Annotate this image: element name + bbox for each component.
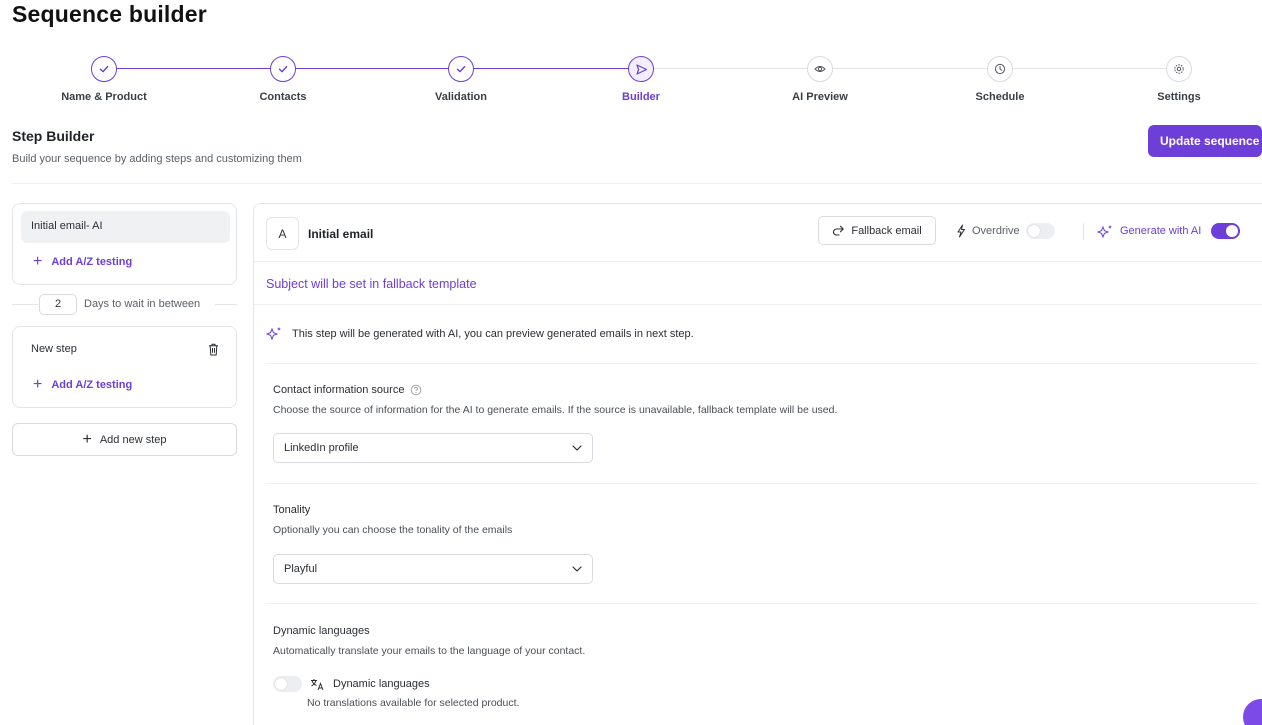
chevron-down-icon: [572, 566, 582, 572]
dynamic-languages-toggle-row: Dynamic languages: [273, 676, 430, 692]
tonality-value: Playful: [284, 563, 318, 575]
lightning-icon: [957, 224, 965, 238]
step-settings[interactable]: Settings: [1099, 56, 1259, 103]
overdrive-control: Overdrive: [956, 223, 1055, 239]
dynamic-languages-description: Automatically translate your emails to t…: [273, 645, 586, 657]
step-label: Validation: [435, 91, 487, 103]
gear-icon: [1166, 56, 1192, 82]
ai-note: This step will be generated with AI, you…: [266, 326, 694, 341]
divider: [266, 603, 1258, 604]
plus-icon: +: [33, 376, 43, 393]
add-ab-label: Add A/Z testing: [51, 256, 133, 268]
ai-note-text: This step will be generated with AI, you…: [292, 327, 694, 340]
divider: [12, 304, 38, 305]
step-builder[interactable]: Builder: [561, 56, 721, 103]
variant-badge: A: [266, 217, 299, 250]
editor-header: A Initial email Fallback email Overdrive…: [254, 204, 1262, 262]
step-schedule[interactable]: Schedule: [920, 56, 1080, 103]
divider: [215, 304, 237, 305]
editor-title: Initial email: [308, 227, 374, 241]
step-card: Initial email- AI + Add A/Z testing: [12, 203, 237, 285]
step-ai-preview[interactable]: AI Preview: [740, 56, 900, 103]
generate-with-ai-control: Generate with AI: [1097, 223, 1241, 239]
overdrive-toggle[interactable]: [1025, 223, 1055, 239]
dynamic-languages-label: Dynamic languages: [273, 625, 370, 637]
add-ab-label: Add A/Z testing: [51, 379, 133, 391]
dynamic-languages-toggle-label: Dynamic languages: [333, 678, 430, 690]
step-name-product[interactable]: Name & Product: [24, 56, 184, 103]
contact-source-value: LinkedIn profile: [284, 442, 359, 454]
step-contacts[interactable]: Contacts: [203, 56, 363, 103]
sparkle-icon: [266, 327, 281, 341]
overdrive-label: Overdrive: [972, 225, 1020, 237]
send-icon: [628, 56, 654, 82]
step-item-initial-email[interactable]: Initial email- AI: [21, 211, 230, 243]
add-ab-testing-link[interactable]: + Add A/Z testing: [33, 253, 133, 270]
step-editor: A Initial email Fallback email Overdrive…: [253, 203, 1262, 725]
trash-icon[interactable]: [208, 343, 219, 356]
subject-text: Subject will be set in fallback template: [266, 277, 477, 291]
section-title: Step Builder: [12, 128, 95, 144]
step-validation[interactable]: Validation: [381, 56, 541, 103]
contact-source-select[interactable]: LinkedIn profile: [273, 433, 593, 463]
divider: [12, 183, 1262, 184]
generate-with-ai-label: Generate with AI: [1120, 225, 1202, 237]
step-item-new-step[interactable]: New step: [21, 334, 230, 366]
contact-source-description: Choose the source of information for the…: [273, 404, 838, 416]
step-label: Builder: [622, 91, 660, 103]
check-icon: [91, 56, 117, 82]
wait-days-row: 2 Days to wait in between: [12, 294, 237, 315]
wait-days-label: Days to wait in between: [84, 298, 201, 310]
page-title: Sequence builder: [12, 1, 207, 27]
step-card: New step + Add A/Z testing: [12, 326, 237, 408]
sparkle-icon: [1097, 224, 1112, 238]
translate-icon: [311, 678, 324, 690]
divider: [266, 483, 1258, 484]
tonality-label: Tonality: [273, 504, 311, 516]
step-label: Settings: [1157, 91, 1201, 103]
add-new-step-label: Add new step: [99, 433, 167, 446]
help-icon[interactable]: [410, 384, 422, 396]
tonality-description: Optionally you can choose the tonality o…: [273, 524, 513, 536]
divider: [266, 363, 1258, 364]
wait-days-input[interactable]: 2: [39, 294, 77, 315]
update-sequence-button[interactable]: Update sequence: [1148, 125, 1262, 157]
check-icon: [448, 56, 474, 82]
check-icon: [270, 56, 296, 82]
step-label: Name & Product: [61, 91, 147, 103]
add-ab-testing-link[interactable]: + Add A/Z testing: [33, 376, 133, 393]
fallback-email-label: Fallback email: [851, 224, 922, 237]
divider: [1083, 223, 1084, 240]
clock-icon: [987, 56, 1013, 82]
fallback-email-button[interactable]: Fallback email: [818, 216, 936, 245]
dynamic-languages-note: No translations available for selected p…: [307, 697, 520, 709]
contact-source-label: Contact information source: [273, 384, 422, 396]
progress-stepper: Name & Product Contacts Validation Build…: [0, 56, 1262, 106]
plus-icon: +: [82, 430, 92, 448]
step-label: AI Preview: [792, 91, 848, 103]
generate-with-ai-toggle[interactable]: [1211, 223, 1241, 239]
step-label: Contacts: [259, 91, 307, 103]
plus-icon: +: [33, 253, 43, 270]
step-label: Schedule: [975, 91, 1025, 103]
redo-icon: [833, 225, 845, 236]
subject-row[interactable]: Subject will be set in fallback template: [254, 263, 1262, 305]
dynamic-languages-toggle[interactable]: [273, 676, 302, 692]
section-subtitle: Build your sequence by adding steps and …: [12, 153, 302, 165]
tonality-select[interactable]: Playful: [273, 554, 593, 584]
contact-source-label-text: Contact information source: [273, 384, 405, 396]
chevron-down-icon: [572, 445, 582, 451]
add-new-step-button[interactable]: + Add new step: [12, 423, 237, 456]
eye-icon: [807, 56, 833, 82]
